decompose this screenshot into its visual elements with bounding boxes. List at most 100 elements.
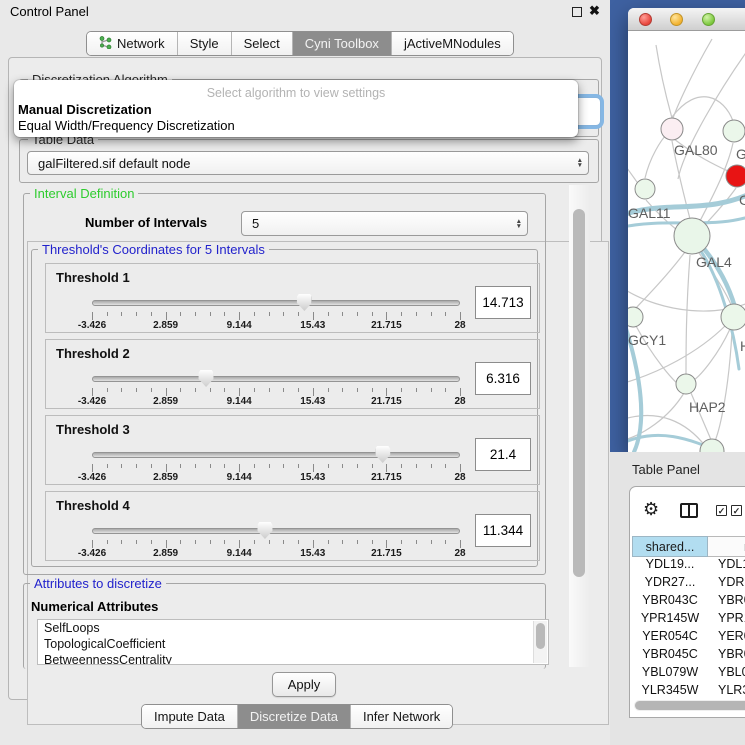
- combobox-stepper-icon: ▲▼: [516, 219, 522, 229]
- gear-icon[interactable]: ⚙: [643, 500, 659, 518]
- shared-name-cell[interactable]: YBR045C: [632, 647, 708, 665]
- name-cell[interactable]: YPR1: [708, 611, 745, 629]
- slider-thumb[interactable]: [257, 522, 272, 539]
- network-node-c[interactable]: [726, 165, 745, 187]
- network-node[interactable]: [700, 439, 724, 452]
- tab-discretize-data[interactable]: Discretize Data: [238, 705, 351, 728]
- table-data-combobox-value: galFiltered.sif default node: [38, 156, 190, 171]
- table-row[interactable]: YDR27...YDR2: [632, 575, 745, 593]
- shared-name-cell[interactable]: YDL19...: [632, 557, 708, 575]
- threshold-slider[interactable]: -3.4262.8599.14415.4321.71528: [92, 264, 460, 334]
- column-header-shared-name[interactable]: shared...: [632, 536, 708, 557]
- threshold-value-field[interactable]: 11.344: [475, 514, 531, 547]
- name-cell[interactable]: YBR0: [708, 647, 745, 665]
- number-of-intervals-combobox[interactable]: 5 ▲▼: [241, 211, 528, 236]
- close-traffic-light-icon[interactable]: [639, 13, 652, 26]
- tick-mark: [372, 540, 373, 544]
- slider-track[interactable]: [92, 528, 460, 534]
- slider-ticks: [92, 464, 460, 472]
- name-cell[interactable]: YLR3: [708, 683, 745, 701]
- table-row[interactable]: YDL19...YDL1: [632, 557, 745, 575]
- name-cell[interactable]: YER0: [708, 629, 745, 647]
- table-row[interactable]: YBL079WYBL0: [632, 665, 745, 683]
- table-row[interactable]: YER054CYER0: [632, 629, 745, 647]
- name-cell[interactable]: YBL0: [708, 665, 745, 683]
- tick-mark: [460, 312, 461, 320]
- slider-thumb[interactable]: [297, 294, 312, 311]
- shared-name-cell[interactable]: YLR345W: [632, 683, 708, 701]
- tab-impute-data[interactable]: Impute Data: [142, 705, 238, 728]
- network-window-titlebar[interactable]: [628, 8, 745, 31]
- zoom-traffic-light-icon[interactable]: [702, 13, 715, 26]
- tick-label: 15.43: [300, 548, 325, 559]
- checkbox-checked-icon[interactable]: ✓: [731, 505, 742, 516]
- tick-label: 15.43: [300, 320, 325, 331]
- network-node-gcy1[interactable]: [628, 307, 643, 327]
- horizontal-scrollbar[interactable]: [634, 700, 745, 711]
- table-data-combobox[interactable]: galFiltered.sif default node ▲▼: [27, 151, 589, 175]
- vertical-scrollbar-thumb[interactable]: [573, 209, 585, 577]
- threshold-value-field[interactable]: 21.4: [475, 438, 531, 471]
- threshold-slider[interactable]: -3.4262.8599.14415.4321.71528: [92, 416, 460, 486]
- tick-mark: [121, 388, 122, 392]
- slider-track[interactable]: [92, 300, 460, 306]
- columns-icon[interactable]: [680, 503, 698, 518]
- network-canvas[interactable]: GAL80GACGAL11GAL4GCY1HHAP2: [628, 31, 745, 452]
- minimize-traffic-light-icon[interactable]: [670, 13, 683, 26]
- network-node-hap2[interactable]: [676, 374, 696, 394]
- shared-name-cell[interactable]: YDR27...: [632, 575, 708, 593]
- slider-track[interactable]: [92, 376, 460, 382]
- cyni-toolbox-panel: Discretization Algorithm Table Data galF…: [8, 57, 602, 700]
- slider-thumb[interactable]: [375, 446, 390, 463]
- threshold-slider[interactable]: -3.4262.8599.14415.4321.71528: [92, 492, 460, 562]
- slider-track[interactable]: [92, 452, 460, 458]
- dropdown-item[interactable]: Equal Width/Frequency Discretization: [18, 118, 235, 133]
- tick-mark: [431, 388, 432, 392]
- tab-network[interactable]: Network: [87, 32, 178, 55]
- attributes-scrollbar[interactable]: [533, 621, 547, 663]
- tick-mark: [151, 464, 152, 468]
- attribute-item[interactable]: BetweennessCentrality: [38, 652, 548, 665]
- attribute-item[interactable]: TopologicalCoefficient: [38, 636, 548, 652]
- table-row[interactable]: YBR043CYBR0: [632, 593, 745, 611]
- vertical-scrollbar[interactable]: [569, 185, 590, 667]
- name-cell[interactable]: YBR0: [708, 593, 745, 611]
- network-node-gal4[interactable]: [674, 218, 710, 254]
- name-cell[interactable]: YDL1: [708, 557, 745, 575]
- table-row[interactable]: YBR045CYBR0: [632, 647, 745, 665]
- attribute-item[interactable]: SelfLoops: [38, 620, 548, 636]
- table-row[interactable]: YPR145WYPR1: [632, 611, 745, 629]
- control-panel-window: Control Panel ✖ NetworkStyleSelectCyni T…: [0, 0, 610, 745]
- dropdown-item[interactable]: Manual Discretization: [18, 102, 152, 117]
- tick-mark: [269, 312, 270, 316]
- attributes-scrollbar-thumb[interactable]: [536, 623, 545, 649]
- network-node-ga[interactable]: [723, 120, 745, 142]
- name-cell[interactable]: YDR2: [708, 575, 745, 593]
- network-node-gal80[interactable]: [661, 118, 683, 140]
- shared-name-cell[interactable]: YER054C: [632, 629, 708, 647]
- shared-name-cell[interactable]: YBL079W: [632, 665, 708, 683]
- apply-button[interactable]: Apply: [272, 672, 336, 697]
- table-row[interactable]: YLR345WYLR3: [632, 683, 745, 701]
- shared-name-cell[interactable]: YBR043C: [632, 593, 708, 611]
- tick-mark: [313, 312, 314, 320]
- tab-select[interactable]: Select: [232, 32, 293, 55]
- numerical-attributes-list[interactable]: SelfLoopsTopologicalCoefficientBetweenne…: [37, 619, 549, 665]
- network-node-h[interactable]: [721, 304, 745, 330]
- shared-name-cell[interactable]: YPR145W: [632, 611, 708, 629]
- network-node-gal11[interactable]: [635, 179, 655, 199]
- tab-infer-network[interactable]: Infer Network: [351, 705, 452, 728]
- tick-mark: [357, 540, 358, 544]
- threshold-slider[interactable]: -3.4262.8599.14415.4321.71528: [92, 340, 460, 410]
- threshold-value-field[interactable]: 14.713: [475, 286, 531, 319]
- tab-jactivemnodules[interactable]: jActiveMNodules: [392, 32, 513, 55]
- column-header-name[interactable]: n: [708, 536, 745, 557]
- slider-thumb[interactable]: [199, 370, 214, 387]
- tab-cyni-toolbox[interactable]: Cyni Toolbox: [293, 32, 392, 55]
- float-window-icon[interactable]: [572, 7, 582, 17]
- horizontal-scrollbar-thumb[interactable]: [635, 701, 745, 710]
- tab-style[interactable]: Style: [178, 32, 232, 55]
- checkbox-checked-icon[interactable]: ✓: [716, 505, 727, 516]
- threshold-value-field[interactable]: 6.316: [475, 362, 531, 395]
- close-icon[interactable]: ✖: [589, 3, 600, 19]
